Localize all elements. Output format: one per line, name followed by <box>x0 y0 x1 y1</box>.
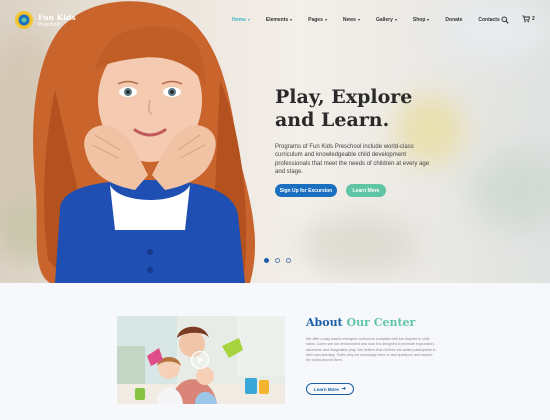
nav-item-donate[interactable]: Donate <box>445 17 462 23</box>
nav-item-label: Donate <box>445 17 463 23</box>
button-label: Learn More <box>314 386 339 392</box>
chevron-down-icon <box>247 19 250 21</box>
hero-description: Programs of Fun Kids Preschool include w… <box>275 144 430 176</box>
about-heading: About Our Center <box>306 316 415 329</box>
sign-up-excursion-button[interactable]: Sign Up for Excursion <box>275 184 337 197</box>
chevron-down-icon <box>290 19 293 21</box>
nav-item-contacts[interactable]: Contacts <box>478 17 499 23</box>
search-icon[interactable] <box>501 16 509 24</box>
chevron-down-icon <box>427 19 430 21</box>
nav-item-pages[interactable]: Pages <box>308 17 327 23</box>
nav-item-label: Home <box>232 17 246 23</box>
background-blur <box>300 215 420 275</box>
nav-item-shop[interactable]: Shop <box>413 17 430 23</box>
about-heading-part2: Our Center <box>346 316 416 329</box>
hero-title: Play, Explore and Learn. <box>275 86 413 131</box>
nav-item-label: Elements <box>265 17 289 23</box>
brand-name: Fun Kids <box>38 12 76 22</box>
chevron-down-icon <box>324 19 327 21</box>
hero-learn-more-button[interactable]: Learn More <box>346 184 386 197</box>
slider-dot[interactable] <box>286 258 291 263</box>
logo-text: Fun Kids Preschool <box>38 13 76 28</box>
about-heading-part1: About <box>306 316 343 329</box>
main-navigation: Home Elements Pages News Gallery Shop Do… <box>232 14 516 26</box>
slider-dot[interactable] <box>264 258 269 263</box>
chevron-down-icon <box>394 19 397 21</box>
nav-item-label: Gallery <box>375 17 393 23</box>
nav-item-label: Contacts <box>478 17 500 23</box>
cart-icon <box>522 15 530 23</box>
hero-slider: Fun Kids Preschool Home Elements Pages N… <box>0 0 550 283</box>
slider-pagination <box>264 258 297 263</box>
about-description: We offer a play-based emergent curriculu… <box>306 337 436 363</box>
nav-item-label: Pages <box>308 17 323 23</box>
nav-item-news[interactable]: News <box>343 17 360 23</box>
nav-item-label: News <box>342 17 356 23</box>
slider-dot[interactable] <box>275 258 280 263</box>
background-blur <box>470 150 550 230</box>
brand-tagline: Preschool <box>38 21 61 28</box>
chevron-down-icon <box>357 19 360 21</box>
nav-item-gallery[interactable]: Gallery <box>376 17 397 23</box>
nav-item-label: Shop <box>412 17 426 23</box>
site-logo[interactable]: Fun Kids Preschool <box>14 10 76 30</box>
sun-logo-icon <box>15 11 33 29</box>
about-video-thumbnail[interactable] <box>117 316 285 404</box>
nav-item-home[interactable]: Home <box>232 17 250 23</box>
nav-item-elements[interactable]: Elements <box>265 17 293 23</box>
about-learn-more-button[interactable]: Learn More ➔ <box>306 383 354 395</box>
cart-button[interactable]: 2 <box>522 15 535 23</box>
play-icon[interactable] <box>191 351 209 369</box>
arrow-right-icon: ➔ <box>341 386 346 392</box>
site-header: Fun Kids Preschool Home Elements Pages N… <box>0 0 550 40</box>
hero-girl-image <box>33 1 256 283</box>
cart-count: 2 <box>532 16 535 22</box>
